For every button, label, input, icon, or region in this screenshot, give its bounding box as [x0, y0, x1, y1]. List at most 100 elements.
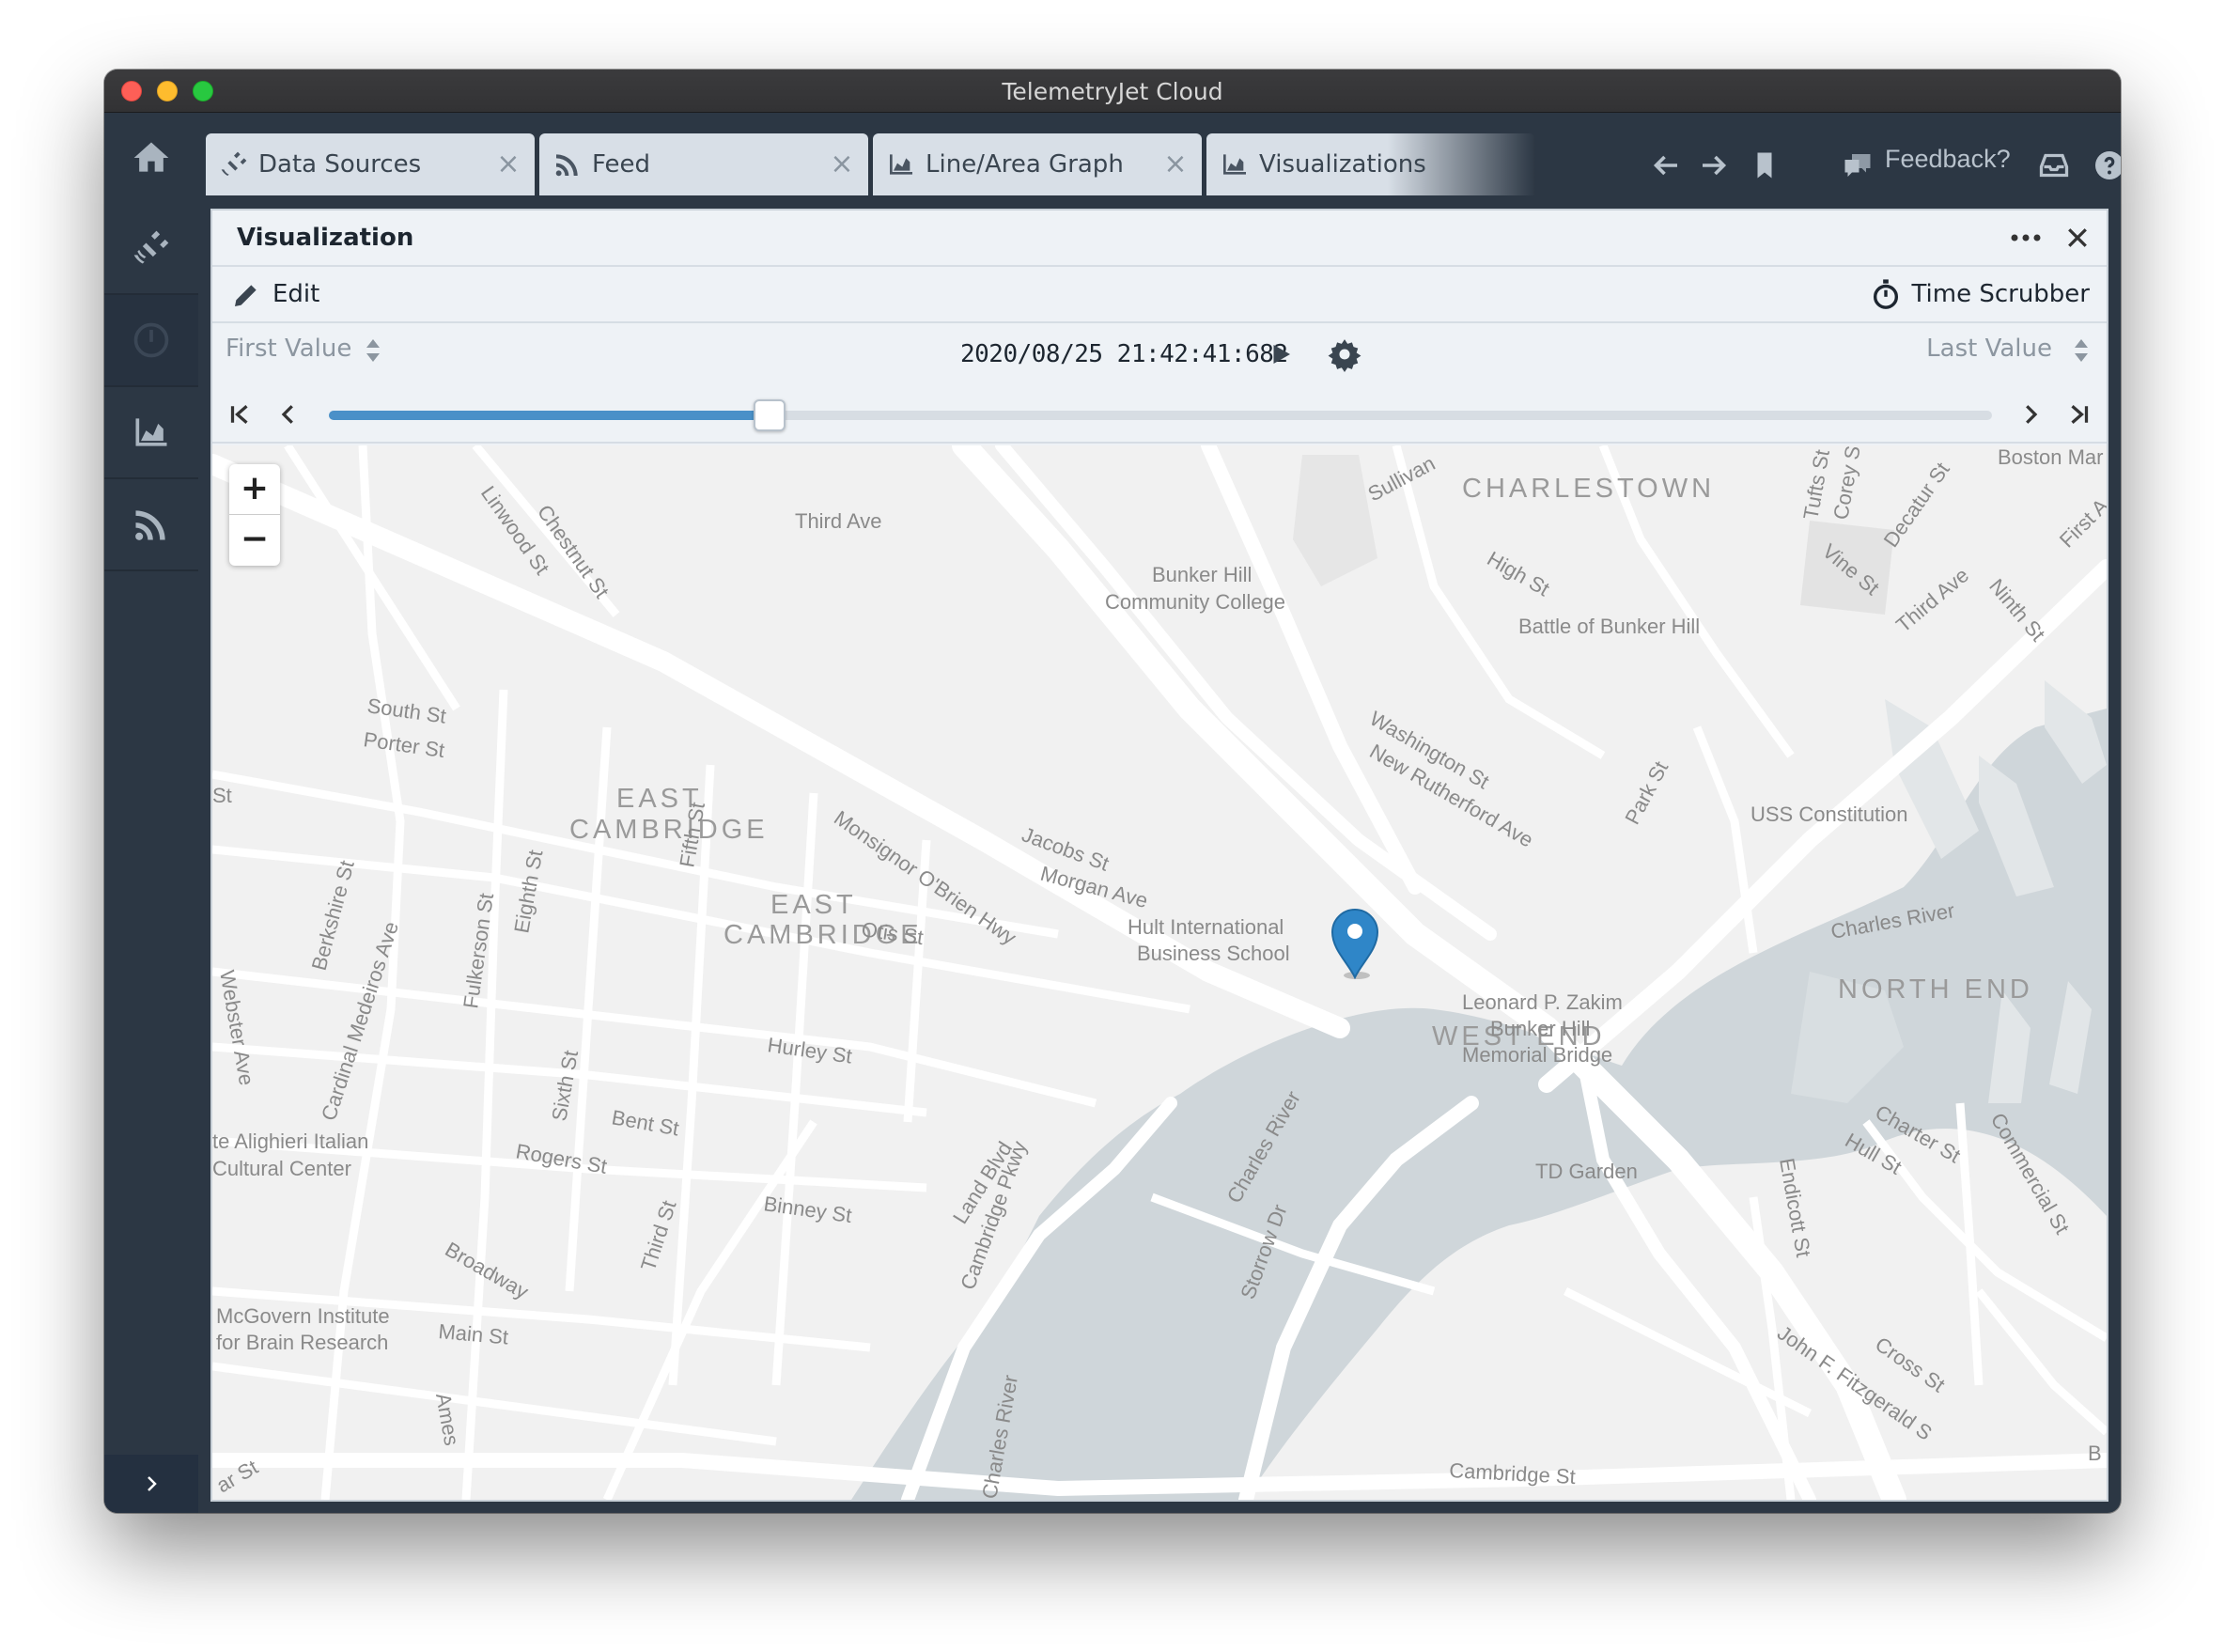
map-street-label: Eighth St — [509, 849, 547, 935]
edit-button[interactable]: Edit — [272, 280, 319, 308]
map-place-label: Bunker Hill — [1152, 563, 1252, 586]
panel-header: Visualization — [212, 210, 2107, 267]
zoom-out-button[interactable]: − — [229, 515, 280, 566]
map-street-label: St — [212, 784, 232, 807]
edit-bar: Edit Time Scrubber — [212, 267, 2107, 323]
help-icon — [2095, 151, 2121, 179]
gauge-icon — [133, 322, 169, 358]
tab-label: Visualizations — [1259, 150, 1426, 179]
pencil-icon[interactable] — [231, 280, 261, 310]
sort-icon[interactable] — [363, 336, 383, 365]
tab-data-sources[interactable]: Data Sources × — [206, 133, 535, 195]
map-place-label: te Alighieri Italian — [212, 1130, 368, 1153]
sidebar-item-home[interactable] — [104, 113, 198, 203]
area-chart-icon — [890, 154, 912, 175]
bookmark-button[interactable] — [1746, 147, 1783, 184]
help-button[interactable] — [2091, 147, 2121, 184]
map-street-label: Broadway — [442, 1238, 533, 1304]
more-options-icon[interactable] — [2009, 224, 2043, 252]
time-slider[interactable] — [329, 399, 1992, 431]
sidebar-collapse-button[interactable] — [104, 1455, 198, 1513]
map-street-label: Tufts St — [1798, 448, 1834, 522]
bookmark-icon — [1757, 152, 1772, 179]
map-area-label: CHARLESTOWN — [1462, 474, 1715, 504]
time-slider-handle[interactable] — [754, 399, 786, 431]
tab-label: Feed — [592, 150, 651, 179]
time-slider-row — [212, 389, 2107, 444]
map-street-label: First A — [2055, 494, 2107, 553]
first-value-select[interactable]: First Value — [226, 335, 351, 363]
zoom-control: + − — [229, 464, 280, 566]
arrow-right-icon — [1703, 155, 1727, 176]
inbox-button[interactable] — [2035, 147, 2073, 184]
map-street-label: Third St — [636, 1198, 681, 1274]
play-icon[interactable] — [1267, 340, 1295, 368]
feedback-label[interactable]: Feedback? — [1885, 145, 2011, 174]
sidebar-item-feed[interactable] — [104, 479, 198, 571]
tab-close-icon[interactable]: × — [495, 150, 521, 179]
last-value-select[interactable]: Last Value — [1926, 335, 2052, 363]
area-chart-icon — [1223, 154, 1246, 175]
tab-close-icon[interactable]: × — [829, 150, 855, 179]
area-chart-icon — [135, 418, 167, 446]
gear-icon[interactable] — [1327, 336, 1362, 372]
tab-label: Line/Area Graph — [926, 150, 1124, 179]
time-slider-fill — [329, 411, 770, 420]
map-street-label: Rogers St — [514, 1139, 609, 1178]
map-place-label: Business School — [1137, 942, 1290, 965]
map-street-label: Binney St — [762, 1192, 853, 1227]
map-place-label: Community College — [1105, 590, 1285, 614]
sort-icon[interactable] — [2071, 336, 2092, 365]
skip-to-end-icon[interactable] — [2065, 400, 2093, 429]
map-street-label: B — [2088, 1442, 2102, 1465]
map-area-label: NORTH END — [1838, 974, 2033, 1005]
map-street-label: Main St — [438, 1319, 509, 1348]
visualization-panel: Visualization Edit Time Scrubber First V… — [210, 209, 2108, 1502]
map-street-label: Decatur St — [1879, 458, 1954, 551]
map-street-label: South St — [366, 694, 447, 728]
forward-button[interactable] — [1695, 147, 1733, 184]
satellite-icon — [133, 230, 169, 264]
chevron-left-icon[interactable] — [274, 400, 303, 429]
map-street-label: Third Ave — [1891, 563, 1973, 637]
panel-title: Visualization — [237, 224, 414, 252]
time-scrubber-label[interactable]: Time Scrubber — [1911, 280, 2090, 308]
map-street-label: Ninth St — [1984, 574, 2049, 646]
app-window: TelemetryJet Cloud Data Sources × Feed ×… — [104, 70, 2121, 1513]
tab-line-area-graph[interactable]: Line/Area Graph × — [873, 133, 1202, 195]
skip-to-start-icon[interactable] — [226, 400, 254, 429]
map-place-label: McGovern Institute — [216, 1304, 390, 1328]
sidebar — [104, 113, 198, 1513]
stopwatch-icon — [1873, 279, 1899, 309]
location-pin-icon[interactable] — [1329, 906, 1381, 981]
map-place-label: TD Garden — [1535, 1160, 1638, 1183]
map-view[interactable]: CHARLESTOWN EAST CAMBRIDGE EAST CAMBRIDG… — [212, 445, 2107, 1500]
tab-bar: Data Sources × Feed × Line/Area Graph × — [198, 113, 2121, 203]
feedback-button[interactable] — [1839, 147, 1876, 184]
sidebar-item-graphs[interactable] — [104, 387, 198, 479]
tab-close-icon[interactable]: × — [1162, 150, 1189, 179]
map-place-label: Battle of Bunker Hill — [1518, 615, 1700, 638]
zoom-in-button[interactable]: + — [229, 464, 280, 515]
back-button[interactable] — [1647, 147, 1685, 184]
map-street-label: High St — [1484, 547, 1554, 601]
tab-visualizations[interactable]: Visualizations — [1206, 133, 1535, 195]
sidebar-item-dashboard[interactable] — [104, 295, 198, 387]
map-street-label: Berkshire St — [307, 858, 359, 973]
map-street-label: Boston Mar — [1998, 445, 2104, 469]
sidebar-item-data-sources[interactable] — [104, 203, 198, 295]
home-icon — [133, 142, 169, 172]
map-street-label: Webster Ave — [215, 969, 258, 1087]
map-place-label: USS Constitution — [1750, 803, 1908, 826]
map-street-label: Endicott St — [1775, 1157, 1815, 1259]
current-timestamp: 2020/08/25 21:42:41:682 — [960, 340, 1288, 368]
map-place-label: Bunker Hill — [1490, 1017, 1590, 1040]
chevron-right-icon[interactable] — [2016, 400, 2045, 429]
map-street-label: Corey St — [1828, 445, 1865, 522]
close-icon[interactable] — [2063, 224, 2092, 252]
map-place-label: Memorial Bridge — [1462, 1043, 1612, 1067]
tab-feed[interactable]: Feed × — [539, 133, 868, 195]
inbox-icon — [2039, 153, 2069, 178]
map-street-label: Park St — [1620, 757, 1673, 828]
satellite-icon — [221, 151, 247, 176]
